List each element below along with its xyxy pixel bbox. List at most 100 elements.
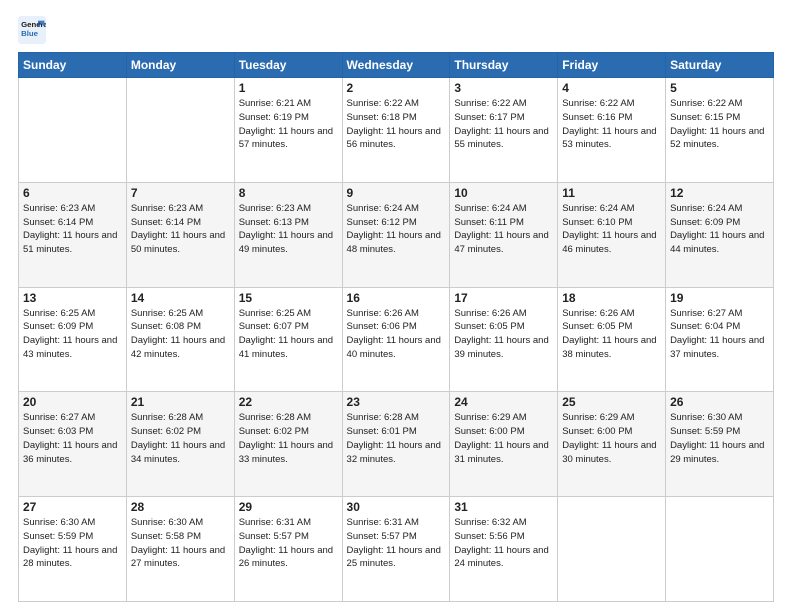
- day-number: 30: [347, 500, 446, 514]
- calendar-day-cell: 9 Sunrise: 6:24 AM Sunset: 6:12 PM Daylig…: [342, 182, 450, 287]
- day-info: Sunrise: 6:22 AM Sunset: 6:15 PM Dayligh…: [670, 97, 769, 152]
- day-number: 20: [23, 395, 122, 409]
- day-number: 4: [562, 81, 661, 95]
- calendar-day-cell: [558, 497, 666, 602]
- day-info: Sunrise: 6:28 AM Sunset: 6:02 PM Dayligh…: [239, 411, 338, 466]
- day-info: Sunrise: 6:22 AM Sunset: 6:17 PM Dayligh…: [454, 97, 553, 152]
- calendar-day-cell: 12 Sunrise: 6:24 AM Sunset: 6:09 PM Dayli…: [666, 182, 774, 287]
- weekday-header-wednesday: Wednesday: [342, 53, 450, 78]
- calendar-day-cell: 18 Sunrise: 6:26 AM Sunset: 6:05 PM Dayli…: [558, 287, 666, 392]
- calendar-day-cell: 25 Sunrise: 6:29 AM Sunset: 6:00 PM Dayli…: [558, 392, 666, 497]
- day-info: Sunrise: 6:26 AM Sunset: 6:05 PM Dayligh…: [562, 307, 661, 362]
- calendar-day-cell: 31 Sunrise: 6:32 AM Sunset: 5:56 PM Dayli…: [450, 497, 558, 602]
- calendar-day-cell: 20 Sunrise: 6:27 AM Sunset: 6:03 PM Dayli…: [19, 392, 127, 497]
- calendar-day-cell: 13 Sunrise: 6:25 AM Sunset: 6:09 PM Dayli…: [19, 287, 127, 392]
- day-number: 19: [670, 291, 769, 305]
- calendar-table: SundayMondayTuesdayWednesdayThursdayFrid…: [18, 52, 774, 602]
- day-number: 11: [562, 186, 661, 200]
- day-number: 8: [239, 186, 338, 200]
- day-info: Sunrise: 6:22 AM Sunset: 6:18 PM Dayligh…: [347, 97, 446, 152]
- day-info: Sunrise: 6:22 AM Sunset: 6:16 PM Dayligh…: [562, 97, 661, 152]
- day-number: 3: [454, 81, 553, 95]
- day-info: Sunrise: 6:23 AM Sunset: 6:13 PM Dayligh…: [239, 202, 338, 257]
- day-number: 23: [347, 395, 446, 409]
- calendar-week-row: 20 Sunrise: 6:27 AM Sunset: 6:03 PM Dayli…: [19, 392, 774, 497]
- day-info: Sunrise: 6:25 AM Sunset: 6:09 PM Dayligh…: [23, 307, 122, 362]
- calendar-day-cell: 27 Sunrise: 6:30 AM Sunset: 5:59 PM Dayli…: [19, 497, 127, 602]
- day-number: 21: [131, 395, 230, 409]
- day-info: Sunrise: 6:24 AM Sunset: 6:12 PM Dayligh…: [347, 202, 446, 257]
- calendar-day-cell: 8 Sunrise: 6:23 AM Sunset: 6:13 PM Daylig…: [234, 182, 342, 287]
- day-info: Sunrise: 6:23 AM Sunset: 6:14 PM Dayligh…: [23, 202, 122, 257]
- calendar-day-cell: 4 Sunrise: 6:22 AM Sunset: 6:16 PM Daylig…: [558, 78, 666, 183]
- day-info: Sunrise: 6:29 AM Sunset: 6:00 PM Dayligh…: [562, 411, 661, 466]
- day-info: Sunrise: 6:26 AM Sunset: 6:05 PM Dayligh…: [454, 307, 553, 362]
- calendar-day-cell: 17 Sunrise: 6:26 AM Sunset: 6:05 PM Dayli…: [450, 287, 558, 392]
- day-info: Sunrise: 6:28 AM Sunset: 6:02 PM Dayligh…: [131, 411, 230, 466]
- page: General Blue SundayMondayTuesdayWednesda…: [0, 0, 792, 612]
- day-number: 12: [670, 186, 769, 200]
- calendar-day-cell: 30 Sunrise: 6:31 AM Sunset: 5:57 PM Dayli…: [342, 497, 450, 602]
- calendar-day-cell: 14Sunrise: 6:25 AM Sunset: 6:08 PM Dayli…: [126, 287, 234, 392]
- day-info: Sunrise: 6:24 AM Sunset: 6:11 PM Dayligh…: [454, 202, 553, 257]
- calendar-day-cell: 29 Sunrise: 6:31 AM Sunset: 5:57 PM Dayli…: [234, 497, 342, 602]
- day-info: Sunrise: 6:31 AM Sunset: 5:57 PM Dayligh…: [347, 516, 446, 571]
- logo: General Blue: [18, 16, 50, 44]
- calendar-day-cell: 26 Sunrise: 6:30 AM Sunset: 5:59 PM Dayli…: [666, 392, 774, 497]
- day-info: Sunrise: 6:30 AM Sunset: 5:59 PM Dayligh…: [670, 411, 769, 466]
- calendar-day-cell: [126, 78, 234, 183]
- calendar-day-cell: 22 Sunrise: 6:28 AM Sunset: 6:02 PM Dayli…: [234, 392, 342, 497]
- day-info: Sunrise: 6:31 AM Sunset: 5:57 PM Dayligh…: [239, 516, 338, 571]
- calendar-day-cell: 6Sunrise: 6:23 AM Sunset: 6:14 PM Daylig…: [19, 182, 127, 287]
- calendar-day-cell: 10 Sunrise: 6:24 AM Sunset: 6:11 PM Dayli…: [450, 182, 558, 287]
- calendar-day-cell: [666, 497, 774, 602]
- day-info: Sunrise: 6:21 AM Sunset: 6:19 PM Dayligh…: [239, 97, 338, 152]
- day-number: 7: [131, 186, 230, 200]
- calendar-day-cell: 11Sunrise: 6:24 AM Sunset: 6:10 PM Dayli…: [558, 182, 666, 287]
- calendar-week-row: 13 Sunrise: 6:25 AM Sunset: 6:09 PM Dayli…: [19, 287, 774, 392]
- day-number: 26: [670, 395, 769, 409]
- calendar-week-row: 1 Sunrise: 6:21 AM Sunset: 6:19 PM Daylig…: [19, 78, 774, 183]
- day-info: Sunrise: 6:27 AM Sunset: 6:04 PM Dayligh…: [670, 307, 769, 362]
- day-number: 31: [454, 500, 553, 514]
- day-number: 1: [239, 81, 338, 95]
- logo-icon: General Blue: [18, 16, 46, 44]
- day-info: Sunrise: 6:32 AM Sunset: 5:56 PM Dayligh…: [454, 516, 553, 571]
- day-number: 22: [239, 395, 338, 409]
- weekday-header-thursday: Thursday: [450, 53, 558, 78]
- day-number: 2: [347, 81, 446, 95]
- day-info: Sunrise: 6:24 AM Sunset: 6:09 PM Dayligh…: [670, 202, 769, 257]
- day-info: Sunrise: 6:25 AM Sunset: 6:08 PM Dayligh…: [131, 307, 230, 362]
- day-info: Sunrise: 6:30 AM Sunset: 5:59 PM Dayligh…: [23, 516, 122, 571]
- day-number: 29: [239, 500, 338, 514]
- day-number: 24: [454, 395, 553, 409]
- calendar-day-cell: 21 Sunrise: 6:28 AM Sunset: 6:02 PM Dayli…: [126, 392, 234, 497]
- day-info: Sunrise: 6:23 AM Sunset: 6:14 PM Dayligh…: [131, 202, 230, 257]
- calendar-day-cell: 3 Sunrise: 6:22 AM Sunset: 6:17 PM Daylig…: [450, 78, 558, 183]
- day-info: Sunrise: 6:30 AM Sunset: 5:58 PM Dayligh…: [131, 516, 230, 571]
- header: General Blue: [18, 16, 774, 44]
- day-info: Sunrise: 6:29 AM Sunset: 6:00 PM Dayligh…: [454, 411, 553, 466]
- day-number: 27: [23, 500, 122, 514]
- day-number: 13: [23, 291, 122, 305]
- weekday-header-sunday: Sunday: [19, 53, 127, 78]
- day-number: 10: [454, 186, 553, 200]
- weekday-header-saturday: Saturday: [666, 53, 774, 78]
- calendar-week-row: 6Sunrise: 6:23 AM Sunset: 6:14 PM Daylig…: [19, 182, 774, 287]
- calendar-day-cell: [19, 78, 127, 183]
- calendar-day-cell: 16Sunrise: 6:26 AM Sunset: 6:06 PM Dayli…: [342, 287, 450, 392]
- calendar-day-cell: 19 Sunrise: 6:27 AM Sunset: 6:04 PM Dayli…: [666, 287, 774, 392]
- svg-text:Blue: Blue: [21, 29, 39, 38]
- day-number: 17: [454, 291, 553, 305]
- day-number: 18: [562, 291, 661, 305]
- day-info: Sunrise: 6:26 AM Sunset: 6:06 PM Dayligh…: [347, 307, 446, 362]
- weekday-header-friday: Friday: [558, 53, 666, 78]
- weekday-header-row: SundayMondayTuesdayWednesdayThursdayFrid…: [19, 53, 774, 78]
- day-number: 25: [562, 395, 661, 409]
- calendar-day-cell: 5 Sunrise: 6:22 AM Sunset: 6:15 PM Daylig…: [666, 78, 774, 183]
- day-number: 5: [670, 81, 769, 95]
- day-number: 9: [347, 186, 446, 200]
- weekday-header-tuesday: Tuesday: [234, 53, 342, 78]
- day-info: Sunrise: 6:27 AM Sunset: 6:03 PM Dayligh…: [23, 411, 122, 466]
- weekday-header-monday: Monday: [126, 53, 234, 78]
